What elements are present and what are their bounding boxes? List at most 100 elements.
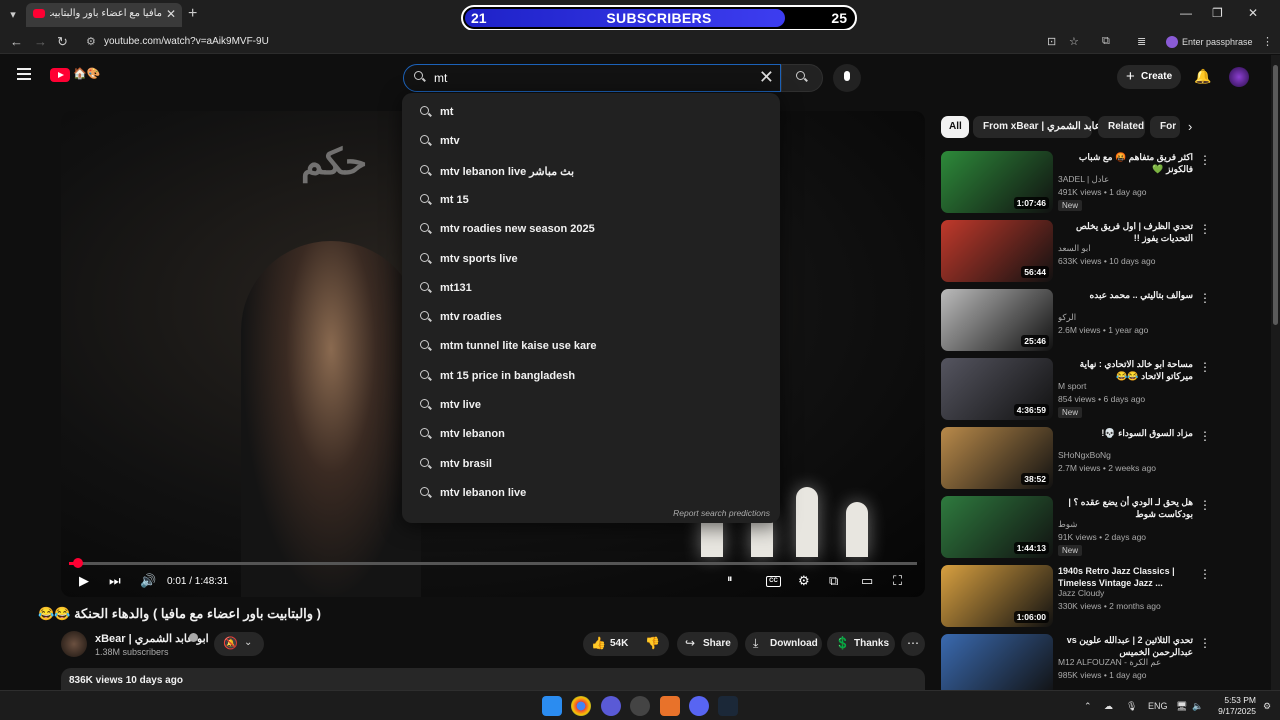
bookmark-star-icon[interactable]: ☆: [1069, 35, 1079, 48]
volume-tray-icon[interactable]: 🔈: [1192, 701, 1203, 712]
video-title[interactable]: 1940s Retro Jazz Classics | Timeless Vin…: [1058, 565, 1193, 589]
tray-expand-icon[interactable]: ⌃: [1084, 701, 1092, 712]
search-suggestion[interactable]: mtv roadies new season 2025: [402, 216, 780, 242]
autoplay-toggle-icon[interactable]: ⏸: [727, 573, 733, 586]
channel-name[interactable]: شوط: [1058, 519, 1188, 530]
language-indicator[interactable]: ENG: [1148, 701, 1168, 711]
voice-search-button[interactable]: [833, 64, 861, 92]
fullscreen-icon[interactable]: ⛶: [893, 573, 902, 589]
scrubber-handle[interactable]: [73, 558, 83, 568]
chevron-right-icon[interactable]: ›: [1188, 119, 1192, 134]
thanks-button[interactable]: 💲 Thanks: [827, 632, 895, 656]
next-icon[interactable]: ⏭: [109, 573, 121, 589]
more-vertical-icon[interactable]: ⋮: [1199, 222, 1211, 236]
search-suggestion[interactable]: mtv brasil: [402, 451, 780, 477]
close-tab-icon[interactable]: ✕: [166, 7, 176, 21]
account-avatar[interactable]: [1229, 67, 1249, 87]
chrome-icon[interactable]: [571, 696, 591, 716]
recommended-video[interactable]: 1:07:46 اكثر فريق متفاهم 🤬 مع شباب فالكون…: [941, 151, 1216, 213]
more-vertical-icon[interactable]: ⋮: [1199, 291, 1211, 305]
browser-menu-icon[interactable]: ⋮: [1262, 35, 1273, 48]
restore-icon[interactable]: ❐: [1212, 6, 1223, 20]
channel-name[interactable]: Jazz Cloudy: [1058, 588, 1188, 598]
search-suggestion[interactable]: mtv: [402, 128, 780, 154]
dislike-icon[interactable]: 👎: [645, 636, 660, 650]
discord-icon[interactable]: [689, 696, 709, 716]
video-thumbnail[interactable]: 4:36:59: [941, 358, 1053, 420]
search-input[interactable]: [434, 69, 734, 87]
more-vertical-icon[interactable]: ⋮: [1199, 153, 1211, 167]
download-button[interactable]: ⤓ Download: [745, 632, 822, 656]
create-button[interactable]: + Create: [1117, 65, 1181, 89]
search-button[interactable]: [781, 64, 823, 92]
notifications-bell-icon[interactable]: 🔔: [1194, 68, 1211, 85]
video-title[interactable]: هل يحق لـ الودي أن يضع عقده ؟ | بودكاست …: [1058, 496, 1193, 520]
video-progress-bar[interactable]: [69, 558, 917, 568]
report-predictions-link[interactable]: Report search predictions: [673, 508, 770, 518]
video-title[interactable]: تحدي الظرف | اول فريق يخلص التحديات يفوز…: [1058, 220, 1193, 244]
channel-name[interactable]: ابو السعد: [1058, 243, 1188, 254]
more-vertical-icon[interactable]: ⋮: [1199, 567, 1211, 581]
recommended-video[interactable]: 38:52 مزاد السوق السوداء 💀! SHoNgxBoNg 2.7M…: [941, 427, 1216, 489]
channel-name[interactable]: الركو: [1058, 312, 1188, 323]
chip-0[interactable]: All: [941, 116, 969, 138]
clear-search-icon[interactable]: ✕: [759, 67, 774, 88]
back-icon[interactable]: ←: [10, 34, 23, 49]
url-field[interactable]: youtube.com/watch?v=aAik9MVF-9U: [104, 36, 269, 47]
video-thumbnail[interactable]: 38:52: [941, 427, 1053, 489]
video-thumbnail[interactable]: 1:06:00: [941, 565, 1053, 627]
search-suggestion[interactable]: mtm tunnel lite kaise use kare: [402, 333, 780, 359]
profile-avatar-icon[interactable]: [1166, 36, 1178, 48]
notification-center-icon[interactable]: ⚙: [1263, 701, 1271, 712]
volume-icon[interactable]: 🔊: [140, 573, 156, 589]
video-title[interactable]: اكثر فريق متفاهم 🤬 مع شباب فالكونز 💚: [1058, 151, 1193, 175]
video-title[interactable]: مزاد السوق السوداء 💀!: [1058, 427, 1193, 451]
more-vertical-icon[interactable]: ⋮: [1199, 636, 1211, 650]
start-windows-icon[interactable]: [542, 696, 562, 716]
captions-icon[interactable]: CC: [766, 576, 781, 587]
channel-name[interactable]: M sport: [1058, 381, 1188, 391]
youtube-doodle-icon[interactable]: 🏠🎨: [73, 67, 115, 83]
recommended-video[interactable]: 1:44:13 هل يحق لـ الودي أن يضع عقده ؟ | ب…: [941, 496, 1216, 558]
recommended-video[interactable]: 4:36:59 مساحة ابو خالد الاتحادي : نهاية م…: [941, 358, 1216, 420]
site-info-icon[interactable]: ⚙: [86, 35, 96, 48]
search-box[interactable]: ✕: [403, 64, 781, 92]
search-suggestion[interactable]: mtv lebanon: [402, 421, 780, 447]
minimize-icon[interactable]: —: [1180, 6, 1192, 20]
youtube-logo-icon[interactable]: [50, 68, 70, 82]
search-suggestion[interactable]: mt: [402, 99, 780, 125]
share-button[interactable]: ↪ Share: [677, 632, 738, 656]
video-thumbnail[interactable]: 56:44: [941, 220, 1053, 282]
extensions-icon[interactable]: ⧉: [1102, 35, 1110, 48]
network-icon[interactable]: 🖥: [1176, 701, 1187, 712]
guide-menu-icon[interactable]: [17, 68, 31, 80]
more-vertical-icon[interactable]: ⋮: [1199, 498, 1211, 512]
steam-icon[interactable]: [718, 696, 738, 716]
chip-1[interactable]: From xBear | ابو عابد الشمري: [973, 116, 1114, 138]
search-suggestion[interactable]: mt 15 price in bangladesh: [402, 363, 780, 389]
reload-icon[interactable]: ↻: [57, 34, 68, 50]
more-actions-button[interactable]: ⋯: [901, 632, 925, 656]
recommended-video[interactable]: 56:44 تحدي الظرف | اول فريق يخلص التحديات…: [941, 220, 1216, 282]
app-icon[interactable]: [601, 696, 621, 716]
media-controls-icon[interactable]: ≣: [1137, 35, 1146, 48]
tab-search-button[interactable]: ▾: [4, 6, 22, 24]
more-vertical-icon[interactable]: ⋮: [1199, 360, 1211, 374]
video-thumbnail[interactable]: [941, 634, 1053, 696]
channel-avatar[interactable]: [61, 631, 87, 657]
search-suggestion[interactable]: mtv sports live: [402, 246, 780, 272]
app-icon[interactable]: [660, 696, 680, 716]
video-thumbnail[interactable]: 25:46: [941, 289, 1053, 351]
mic-tray-icon[interactable]: 🎙: [1126, 701, 1137, 712]
video-thumbnail[interactable]: 1:07:46: [941, 151, 1053, 213]
like-count[interactable]: 54K: [610, 638, 628, 649]
video-title[interactable]: سوالف بتاليتي .. محمد عبده: [1058, 289, 1193, 313]
new-tab-button[interactable]: +: [188, 5, 197, 23]
cloud-icon[interactable]: ☁: [1104, 701, 1113, 712]
page-scrollbar[interactable]: [1271, 55, 1280, 690]
subscribed-notification-button[interactable]: 🔕 ⌄: [214, 632, 264, 656]
taskbar-clock[interactable]: 5:53 PM 9/17/2025: [1208, 695, 1256, 717]
obs-icon[interactable]: [630, 696, 650, 716]
install-app-icon[interactable]: ⊡: [1047, 35, 1056, 48]
channel-name[interactable]: M12 ALFOUZAN - عم الكرة: [1058, 657, 1188, 668]
